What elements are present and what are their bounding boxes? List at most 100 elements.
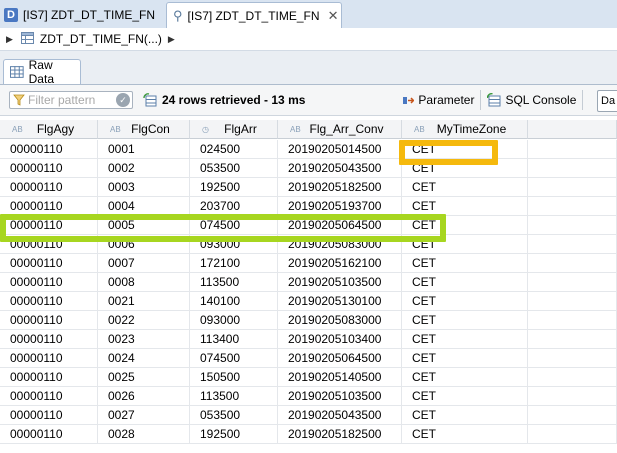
table-cell[interactable]: 0002 [98, 159, 190, 177]
table-cell[interactable]: 20190205043500 [278, 159, 402, 177]
filter-input[interactable] [25, 93, 114, 107]
table-cell[interactable]: CET [402, 368, 528, 386]
table-cell[interactable]: 172100 [190, 254, 278, 272]
table-cell[interactable]: 0023 [98, 330, 190, 348]
table-cell[interactable]: 0027 [98, 406, 190, 424]
table-cell[interactable]: 20190205103500 [278, 387, 402, 405]
column-header-flg-arr-conv[interactable]: AB Flg_Arr_Conv [278, 120, 402, 139]
table-cell[interactable]: 0021 [98, 292, 190, 310]
table-cell[interactable]: 0003 [98, 178, 190, 196]
breadcrumb-label[interactable]: ZDT_DT_TIME_FN(...) [40, 32, 162, 46]
chevron-right-icon[interactable]: ▶ [168, 34, 175, 45]
table-cell[interactable]: 113500 [190, 273, 278, 291]
table-cell[interactable]: 00000110 [0, 292, 98, 310]
column-header-flgcon[interactable]: AB FlgCon [98, 120, 190, 139]
table-cell[interactable]: 20190205130100 [278, 292, 402, 310]
table-cell[interactable]: 0026 [98, 387, 190, 405]
table-cell[interactable]: 0024 [98, 349, 190, 367]
table-cell[interactable]: 00000110 [0, 387, 98, 405]
table-cell[interactable]: CET [402, 178, 528, 196]
table-cell[interactable]: CET [402, 387, 528, 405]
table-row[interactable]: 00000110 0022 093000 20190205083000 CET [0, 311, 617, 330]
table-cell[interactable]: 00000110 [0, 178, 98, 196]
table-cell[interactable]: 053500 [190, 159, 278, 177]
table-cell[interactable]: 00000110 [0, 330, 98, 348]
table-row[interactable]: 00000110 0026 113500 20190205103500 CET [0, 387, 617, 406]
table-cell[interactable]: 0028 [98, 425, 190, 443]
table-cell[interactable]: 20190205043500 [278, 406, 402, 424]
column-header-mytimezone[interactable]: AB MyTimeZone [402, 120, 528, 139]
table-cell[interactable]: 0004 [98, 197, 190, 215]
column-header-flgagy[interactable]: AB FlgAgy [0, 120, 98, 139]
table-cell[interactable]: 024500 [190, 140, 278, 158]
table-cell[interactable]: 00000110 [0, 273, 98, 291]
table-row[interactable]: 00000110 0007 172100 20190205162100 CET [0, 254, 617, 273]
table-cell[interactable]: 20190205140500 [278, 368, 402, 386]
editor-tab-2[interactable]: ⚲ [IS7] ZDT_DT_TIME_FN ✕ [166, 2, 342, 28]
table-cell[interactable]: 140100 [190, 292, 278, 310]
table-cell[interactable]: 20190205193700 [278, 197, 402, 215]
table-cell[interactable]: 113500 [190, 387, 278, 405]
table-cell[interactable]: 0025 [98, 368, 190, 386]
close-icon[interactable]: ✕ [328, 8, 339, 24]
table-cell[interactable]: CET [402, 406, 528, 424]
table-cell[interactable]: 074500 [190, 349, 278, 367]
table-cell[interactable]: 0022 [98, 311, 190, 329]
table-cell[interactable]: 053500 [190, 406, 278, 424]
table-cell[interactable]: 00000110 [0, 368, 98, 386]
table-cell[interactable]: 00000110 [0, 349, 98, 367]
data-button[interactable]: Da [597, 90, 617, 112]
clear-filter-icon[interactable]: ✓ [116, 93, 130, 107]
table-cell[interactable]: 0007 [98, 254, 190, 272]
triangle-right-icon[interactable]: ▶ [6, 34, 13, 45]
table-row[interactable]: 00000110 0008 113500 20190205103500 CET [0, 273, 617, 292]
table-row[interactable]: 00000110 0001 024500 20190205014500 CET [0, 140, 617, 159]
parameter-button[interactable]: Parameter [403, 93, 474, 107]
table-cell[interactable]: 20190205064500 [278, 349, 402, 367]
table-cell[interactable]: 192500 [190, 425, 278, 443]
column-header-flgarr[interactable]: ◷ FlgArr [190, 120, 278, 139]
table-cell[interactable]: 192500 [190, 178, 278, 196]
table-cell[interactable]: 0001 [98, 140, 190, 158]
table-cell[interactable]: 20190205162100 [278, 254, 402, 272]
table-row[interactable]: 00000110 0025 150500 20190205140500 CET [0, 368, 617, 387]
table-cell[interactable]: CET [402, 425, 528, 443]
table-cell[interactable]: 00000110 [0, 406, 98, 424]
table-row[interactable]: 00000110 0021 140100 20190205130100 CET [0, 292, 617, 311]
table-cell[interactable]: CET [402, 330, 528, 348]
table-row[interactable]: 00000110 0024 074500 20190205064500 CET [0, 349, 617, 368]
table-cell[interactable]: 0008 [98, 273, 190, 291]
table-cell[interactable]: 20190205103500 [278, 273, 402, 291]
table-cell[interactable]: 00000110 [0, 140, 98, 158]
table-row[interactable]: 00000110 0023 113400 20190205103400 CET [0, 330, 617, 349]
table-cell[interactable]: 150500 [190, 368, 278, 386]
sql-console-button[interactable]: SQL Console [487, 93, 576, 107]
table-cell[interactable]: 20190205103400 [278, 330, 402, 348]
table-cell[interactable]: CET [402, 311, 528, 329]
table-row[interactable]: 00000110 0028 192500 20190205182500 CET [0, 425, 617, 444]
table-cell[interactable]: 00000110 [0, 159, 98, 177]
table-cell[interactable]: 00000110 [0, 311, 98, 329]
table-row[interactable]: 00000110 0002 053500 20190205043500 CET [0, 159, 617, 178]
table-cell[interactable]: 20190205083000 [278, 311, 402, 329]
table-cell[interactable]: 00000110 [0, 425, 98, 443]
table-cell[interactable]: CET [402, 273, 528, 291]
table-cell[interactable]: 20190205182500 [278, 178, 402, 196]
table-cell[interactable]: 00000110 [0, 197, 98, 215]
table-cell[interactable]: 00000110 [0, 254, 98, 272]
table-cell[interactable]: CET [402, 254, 528, 272]
table-cell[interactable]: 20190205182500 [278, 425, 402, 443]
toolbar-separator [480, 90, 482, 110]
table-cell[interactable]: CET [402, 349, 528, 367]
filter-field[interactable]: ✓ [9, 91, 133, 109]
table-cell[interactable]: CET [402, 197, 528, 215]
table-cell[interactable]: 20190205014500 [278, 140, 402, 158]
tab-raw-data[interactable]: Raw Data [3, 58, 81, 86]
table-cell[interactable]: 203700 [190, 197, 278, 215]
table-cell[interactable]: CET [402, 292, 528, 310]
table-cell[interactable]: 113400 [190, 330, 278, 348]
table-cell[interactable]: 093000 [190, 311, 278, 329]
table-row[interactable]: 00000110 0003 192500 20190205182500 CET [0, 178, 617, 197]
editor-tab-1[interactable]: D [IS7] ZDT_DT_TIME_FN [0, 2, 166, 28]
table-row[interactable]: 00000110 0027 053500 20190205043500 CET [0, 406, 617, 425]
